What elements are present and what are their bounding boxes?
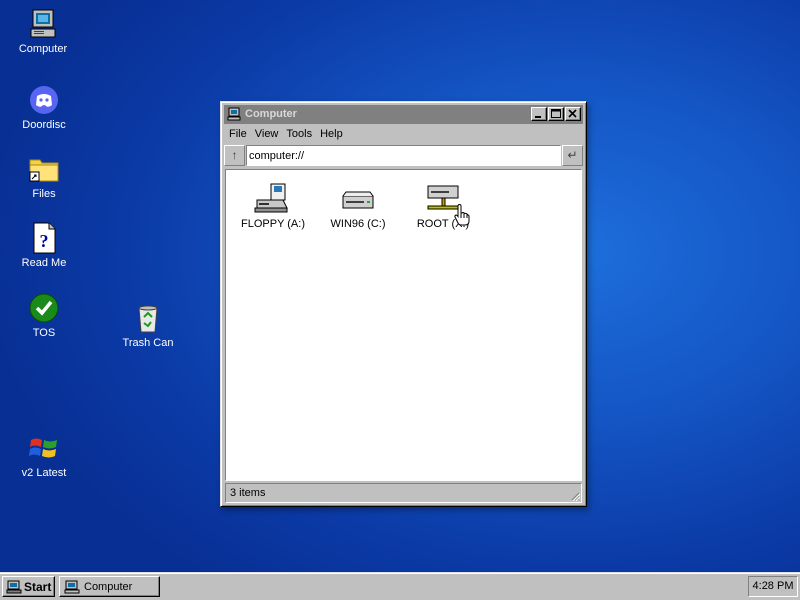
close-button[interactable] [565, 107, 581, 121]
close-icon [568, 109, 577, 118]
desktop-icon-read-me[interactable]: ? Read Me [4, 222, 84, 270]
desktop-icon-trash-can[interactable]: Trash Can [108, 302, 188, 350]
minimize-icon [535, 116, 541, 118]
help-document-icon: ? [28, 222, 60, 254]
up-button[interactable]: ↑ [224, 145, 245, 166]
desktop-icon-label: Files [32, 188, 56, 200]
taskbar: Start Computer 4:28 PM [0, 572, 800, 600]
menu-view[interactable]: View [251, 126, 283, 142]
computer-icon [227, 107, 241, 121]
desktop-icon-tos[interactable]: TOS [4, 292, 84, 340]
drive-label: WIN96 (C:) [330, 218, 386, 230]
hard-drive-icon [338, 182, 378, 216]
window-title: Computer [245, 108, 297, 120]
status-text: 3 items [230, 487, 266, 499]
windows-flag-icon [28, 432, 60, 464]
desktop-icon-label: v2 Latest [21, 467, 67, 479]
start-logo-icon [6, 580, 22, 594]
address-bar: ↑ ↵ [224, 145, 583, 167]
task-label: Computer [84, 581, 133, 593]
window-titlebar[interactable]: Computer [224, 105, 583, 124]
desktop-icon-label: Doordisc [22, 119, 66, 131]
desktop-icon-doordisc[interactable]: Doordisc [4, 84, 84, 132]
svg-text:?: ? [40, 231, 49, 251]
maximize-icon [551, 109, 561, 118]
drive-item-floppy[interactable]: FLOPPY (A:) [228, 182, 318, 230]
start-button[interactable]: Start [2, 576, 55, 597]
enter-arrow-icon: ↵ [567, 148, 578, 162]
desktop-icon-v2-latest[interactable]: v2 Latest [4, 432, 84, 480]
maximize-button[interactable] [548, 107, 564, 121]
discord-icon [28, 84, 60, 116]
system-tray: 4:28 PM [748, 576, 798, 597]
start-label: Start [24, 580, 52, 594]
folder-shortcut-icon [28, 153, 60, 185]
drive-item-win96[interactable]: WIN96 (C:) [313, 182, 403, 230]
resize-grip-icon[interactable] [570, 491, 580, 501]
hand-pointer-icon [454, 204, 470, 226]
recycle-bin-icon [132, 302, 164, 334]
desktop-icon-label: Computer [18, 43, 68, 55]
desktop-icon-files[interactable]: Files [4, 153, 84, 201]
drive-label: ROOT (X:) [416, 218, 470, 230]
minimize-button[interactable] [531, 107, 547, 121]
computer-icon [64, 580, 80, 594]
drive-item-root[interactable]: ROOT (X:) [398, 182, 488, 230]
file-view: FLOPPY (A:) WIN96 (C:) ROOT (X:) [225, 169, 582, 481]
computer-window: Computer FileViewToolsHelp ↑ ↵ [220, 101, 587, 507]
desktop-icon-label: TOS [32, 327, 56, 339]
up-arrow-icon: ↑ [231, 148, 238, 162]
menu-help[interactable]: Help [316, 126, 347, 142]
computer-icon [27, 8, 59, 40]
status-bar: 3 items [225, 483, 582, 503]
menu-file[interactable]: File [225, 126, 251, 142]
checkmark-icon [28, 292, 60, 324]
desktop-icon-computer[interactable]: Computer [3, 8, 83, 56]
desktop-icon-label: Trash Can [122, 337, 174, 349]
go-button[interactable]: ↵ [562, 145, 583, 166]
floppy-drive-icon [253, 182, 293, 216]
menu-bar: File View Tools Help [225, 126, 347, 144]
desktop-icon-label: Read Me [21, 257, 67, 269]
task-button-computer[interactable]: Computer [59, 576, 160, 597]
menu-tools[interactable]: Tools [282, 126, 316, 142]
drive-label: FLOPPY (A:) [241, 218, 305, 230]
address-input[interactable] [246, 145, 561, 166]
clock[interactable]: 4:28 PM [753, 580, 794, 592]
